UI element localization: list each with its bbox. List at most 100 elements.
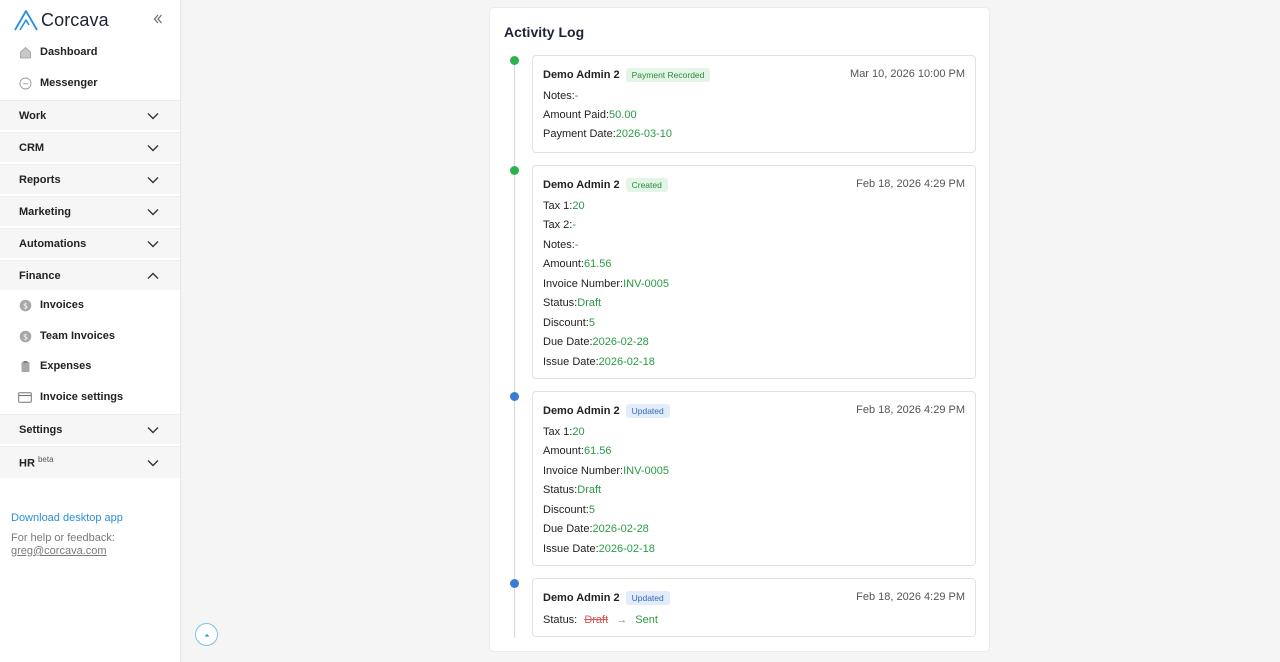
nav-item-messenger[interactable]: Messenger (0, 68, 180, 98)
entry-field: Amount Paid:50.00 (543, 109, 637, 121)
entry-field: Due Date:2026-02-28 (543, 523, 649, 535)
new-value: Sent (635, 614, 658, 626)
timeline-line (514, 60, 515, 638)
chevron-down-icon (147, 427, 159, 434)
section-work[interactable]: Work (0, 100, 180, 130)
section-label: Reports (19, 173, 61, 186)
activity-entry: Demo Admin 2 Updated Feb 18, 2026 4:29 P… (532, 578, 976, 637)
sidebar-item-invoices[interactable]: $ Invoices (0, 290, 180, 320)
dollar-icon: $ (18, 329, 32, 343)
dollar-icon: $ (18, 298, 32, 312)
entry-timestamp: Feb 18, 2026 4:29 PM (856, 404, 965, 416)
section-finance[interactable]: Finance (0, 260, 180, 290)
entry-header: Demo Admin 2 Updated (543, 591, 670, 605)
section-label: Automations (19, 237, 87, 250)
chevron-down-icon (147, 145, 159, 152)
activity-entry: Demo Admin 2 Payment Recorded Mar 10, 20… (532, 55, 976, 153)
entry-author: Demo Admin 2 (543, 179, 620, 191)
entry-field: Issue Date:2026-02-18 (543, 356, 655, 368)
entry-field: Payment Date:2026-03-10 (543, 128, 673, 140)
chevron-down-icon (147, 460, 159, 467)
status-badge: Created (625, 178, 668, 192)
corcava-logo-icon (14, 10, 38, 31)
section-label: Finance (19, 269, 61, 282)
brand[interactable]: Corcava (14, 8, 109, 32)
activity-entry: Demo Admin 2 Created Feb 18, 2026 4:29 P… (532, 165, 976, 379)
timeline-dot (510, 392, 519, 401)
section-hr[interactable]: HR beta (0, 446, 180, 478)
section-label: Work (19, 109, 47, 122)
beta-badge: beta (37, 455, 54, 465)
page-title: Activity Log (504, 24, 585, 40)
chevron-down-icon (147, 113, 159, 120)
brand-name: Corcava (41, 9, 109, 30)
chevron-down-icon (147, 209, 159, 216)
sidebar-item-expenses[interactable]: Expenses (0, 351, 180, 381)
timeline-dot (510, 166, 519, 175)
section-automations[interactable]: Automations (0, 228, 180, 258)
status-badge: Updated (625, 404, 670, 418)
section-label: HR beta (19, 455, 54, 470)
timeline-dot (510, 56, 519, 65)
section-crm[interactable]: CRM (0, 132, 180, 162)
entry-field: Issue Date:2026-02-18 (543, 543, 655, 555)
dashboard-icon (18, 45, 32, 59)
entry-author: Demo Admin 2 (543, 69, 620, 81)
entry-author: Demo Admin 2 (543, 592, 620, 604)
sidebar-item-team-invoices[interactable]: $ Team Invoices (0, 321, 180, 351)
entry-timestamp: Feb 18, 2026 4:29 PM (856, 178, 965, 190)
entry-field: Discount:5 (543, 317, 595, 329)
entry-timestamp: Feb 18, 2026 4:29 PM (856, 591, 965, 603)
entry-field: Tax 2:- (543, 219, 577, 231)
entry-field: Tax 1:20 (543, 426, 585, 438)
status-badge: Payment Recorded (625, 68, 711, 82)
section-label: CRM (19, 141, 45, 154)
card-icon (18, 390, 32, 404)
nav-item-label: Dashboard (40, 46, 98, 58)
svg-text:$: $ (22, 301, 27, 310)
timeline-dot (510, 579, 519, 588)
help-text: For help or feedback: (11, 532, 115, 544)
chevron-down-icon (147, 177, 159, 184)
entry-status-change: Status: Draft → Sent (543, 614, 658, 626)
chevron-down-icon (147, 241, 159, 248)
arrow-right-icon: → (616, 614, 628, 626)
arrow-up-icon (204, 633, 209, 636)
entry-field: Discount:5 (543, 504, 595, 516)
scroll-to-top-button[interactable] (195, 623, 218, 646)
entry-header: Demo Admin 2 Payment Recorded (543, 68, 711, 82)
activity-log-panel: Activity Log Demo Admin 2 Payment Record… (490, 8, 989, 651)
entry-field: Invoice Number:INV-0005 (543, 278, 669, 290)
messenger-icon (18, 76, 32, 90)
entry-field: Notes:- (543, 239, 579, 251)
help-email-link[interactable]: greg@corcava.com (11, 545, 107, 557)
nav-item-label: Messenger (40, 77, 98, 89)
sidebar-item-invoice-settings[interactable]: Invoice settings (0, 382, 180, 412)
entry-header: Demo Admin 2 Updated (543, 404, 670, 418)
sidebar-item-label: Expenses (40, 360, 92, 372)
collapse-sidebar-button[interactable] (150, 11, 166, 27)
sidebar-item-label: Team Invoices (40, 330, 115, 342)
double-chevron-left-icon (153, 14, 162, 24)
activity-entry: Demo Admin 2 Updated Feb 18, 2026 4:29 P… (532, 391, 976, 566)
entry-field: Notes:- (543, 90, 579, 102)
nav-item-dashboard[interactable]: Dashboard (0, 37, 180, 67)
section-label: Settings (19, 423, 63, 436)
section-reports[interactable]: Reports (0, 164, 180, 194)
previous-value: Draft (584, 614, 609, 626)
section-settings[interactable]: Settings (0, 414, 180, 444)
entry-field: Due Date:2026-02-28 (543, 336, 649, 348)
section-marketing[interactable]: Marketing (0, 196, 180, 226)
status-badge: Updated (625, 591, 670, 605)
entry-field: Status:Draft (543, 484, 602, 496)
entry-field: Amount:61.56 (543, 258, 612, 270)
sidebar-item-label: Invoice settings (40, 391, 124, 403)
entry-field: Tax 1:20 (543, 200, 585, 212)
section-label: Marketing (19, 205, 71, 218)
entry-author: Demo Admin 2 (543, 405, 620, 417)
download-desktop-app-link[interactable]: Download desktop app (11, 512, 123, 524)
svg-text:$: $ (22, 332, 27, 341)
entry-field: Status:Draft (543, 297, 602, 309)
sidebar-item-label: Invoices (40, 299, 85, 311)
sidebar: Corcava Dashboard Messenger Work CRM Rep… (0, 0, 181, 662)
